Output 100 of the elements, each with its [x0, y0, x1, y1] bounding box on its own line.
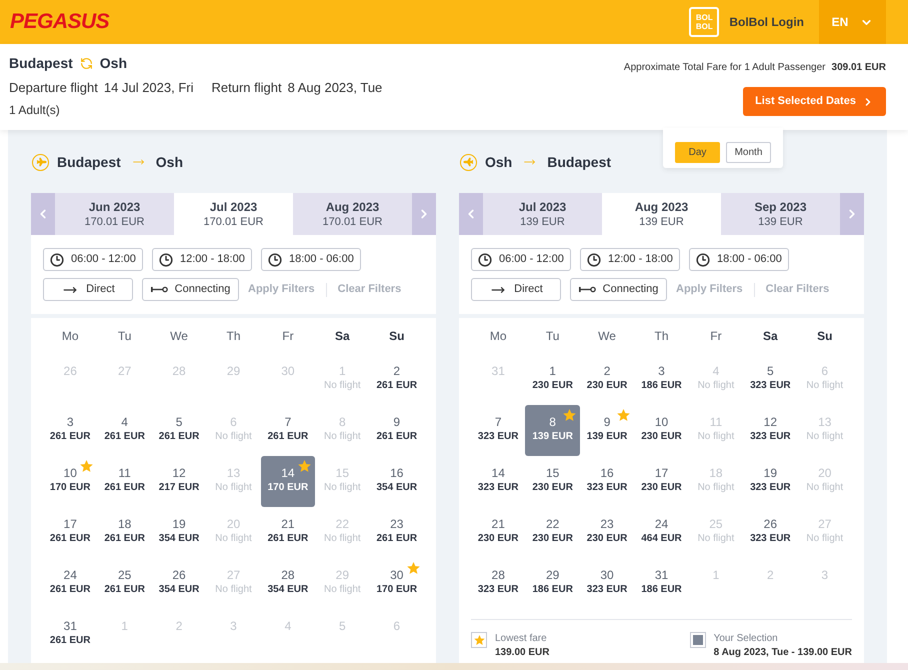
calendar-day[interactable]: 31 261 EUR: [43, 609, 98, 660]
calendar-day[interactable]: 5 261 EUR: [152, 405, 206, 456]
calendar-day: 6 No flight: [206, 405, 261, 456]
calendar-day[interactable]: 17 230 EUR: [634, 456, 689, 507]
weekday-label: Tu: [118, 328, 132, 345]
calendar-day[interactable]: 18 261 EUR: [97, 507, 152, 558]
calendar-day[interactable]: 22 230 EUR: [525, 507, 580, 558]
time-filter-button[interactable]: 18:00 - 06:00: [689, 248, 789, 271]
calendar-day[interactable]: 10 230 EUR: [634, 405, 689, 456]
calendar-day[interactable]: 14 170 EUR: [260, 456, 316, 507]
calendar-day[interactable]: 25 261 EUR: [97, 558, 152, 609]
calendar-day[interactable]: 23 230 EUR: [580, 507, 634, 558]
leg-destination: Budapest: [547, 152, 612, 172]
leg-origin: Budapest: [57, 152, 121, 172]
calendar-day[interactable]: 7 323 EUR: [471, 405, 526, 456]
stop-filter-button[interactable]: Direct: [471, 278, 561, 301]
calendar-day: 3: [206, 609, 261, 660]
calendar-day: 28: [152, 354, 206, 405]
weekday-label: Th: [654, 328, 668, 345]
calendar-day[interactable]: 3 261 EUR: [43, 405, 98, 456]
calendar-day[interactable]: 9 139 EUR: [580, 405, 634, 456]
calendar-day[interactable]: 26 354 EUR: [152, 558, 206, 609]
calendar-day[interactable]: 30 170 EUR: [370, 558, 424, 609]
weekday-label: Fr: [710, 328, 722, 345]
calendar-day[interactable]: 29 186 EUR: [525, 558, 580, 609]
calendar-day: 4 No flight: [688, 354, 744, 405]
calendar-day[interactable]: 16 354 EUR: [370, 456, 424, 507]
circular-arrows-icon: [80, 56, 93, 70]
calendar-day: 3: [798, 558, 852, 609]
stop-filter-button[interactable]: Connecting: [570, 278, 667, 301]
time-filter-button[interactable]: 12:00 - 18:00: [580, 248, 680, 271]
legend-label: Your Selection: [714, 632, 779, 646]
calendar-day: 1: [97, 609, 152, 660]
calendar-day[interactable]: 11 261 EUR: [97, 456, 152, 507]
calendar-day: 26: [43, 354, 98, 405]
calendar-day: 20 No flight: [206, 507, 261, 558]
month-tab[interactable]: Aug 2023 139 EUR: [602, 193, 721, 235]
bolbol-login-link[interactable]: BolBol Login: [729, 13, 804, 31]
departure-label: Departure flight: [9, 79, 98, 98]
calendar-day[interactable]: 24 261 EUR: [43, 558, 98, 609]
calendar-day: 31: [471, 354, 526, 405]
calendar-day[interactable]: 31 186 EUR: [634, 558, 689, 609]
calendar-day[interactable]: 12 323 EUR: [743, 405, 798, 456]
calendar-day[interactable]: 2 261 EUR: [370, 354, 424, 405]
calendar-day[interactable]: 28 323 EUR: [471, 558, 526, 609]
month-tab[interactable]: Jun 2023 170.01 EUR: [55, 193, 174, 235]
clock-icon: [696, 252, 710, 266]
clock-icon: [268, 252, 282, 266]
calendar-day[interactable]: 24 464 EUR: [634, 507, 689, 558]
month-tab[interactable]: Sep 2023 139 EUR: [721, 193, 840, 235]
calendar-day[interactable]: 26 323 EUR: [743, 507, 798, 558]
stop-filter-button[interactable]: Connecting: [142, 278, 239, 301]
calendar-day: 20 No flight: [798, 456, 852, 507]
weekday-label: Su: [389, 328, 404, 345]
calendar-day[interactable]: 3 186 EUR: [634, 354, 689, 405]
time-filter-button[interactable]: 06:00 - 12:00: [43, 248, 143, 271]
legend-value: 139.00 EUR: [495, 646, 550, 660]
calendar-day[interactable]: 1 230 EUR: [525, 354, 580, 405]
calendar-day[interactable]: 15 230 EUR: [525, 456, 580, 507]
calendar-day: 11 No flight: [688, 405, 744, 456]
calendar-day[interactable]: 4 261 EUR: [97, 405, 152, 456]
calendar-day[interactable]: 23 261 EUR: [370, 507, 424, 558]
calendar-day: 30: [260, 354, 316, 405]
calendar-day[interactable]: 14 323 EUR: [471, 456, 526, 507]
calendar-day[interactable]: 12 217 EUR: [152, 456, 206, 507]
time-filter-button[interactable]: 12:00 - 18:00: [152, 248, 252, 271]
calendar-day[interactable]: 16 323 EUR: [580, 456, 634, 507]
calendar-day: 4: [260, 609, 316, 660]
total-fare: 309.01 EUR: [832, 60, 886, 74]
calendar-day: 1 No flight: [315, 354, 370, 405]
calendar-day[interactable]: 19 323 EUR: [743, 456, 798, 507]
calendar-day[interactable]: 19 354 EUR: [152, 507, 206, 558]
weekday-label: Mo: [490, 328, 507, 345]
clock-icon: [478, 252, 492, 266]
calendar-day[interactable]: 8 139 EUR: [525, 405, 580, 456]
month-tab[interactable]: Jul 2023 170.01 EUR: [174, 193, 293, 235]
weekday-label: Th: [226, 328, 240, 345]
next-month-button[interactable]: [840, 193, 864, 235]
calendar-day[interactable]: 7 261 EUR: [260, 405, 316, 456]
calendar-day[interactable]: 9 261 EUR: [370, 405, 424, 456]
calendar-day[interactable]: 30 323 EUR: [580, 558, 634, 609]
view-toggle-button[interactable]: Day: [675, 142, 720, 163]
calendar-day[interactable]: 28 354 EUR: [260, 558, 316, 609]
calendar-day[interactable]: 21 230 EUR: [471, 507, 526, 558]
next-month-button[interactable]: [412, 193, 436, 235]
stop-filter-button[interactable]: Direct: [43, 278, 133, 301]
previous-month-button[interactable]: [31, 193, 55, 235]
time-filter-button[interactable]: 06:00 - 12:00: [471, 248, 571, 271]
time-filter-button[interactable]: 18:00 - 06:00: [261, 248, 361, 271]
previous-month-button[interactable]: [459, 193, 483, 235]
month-tab[interactable]: Jul 2023 139 EUR: [483, 193, 602, 235]
weekday-label: We: [598, 328, 616, 345]
calendar-day: 29: [206, 354, 261, 405]
calendar-day[interactable]: 5 323 EUR: [743, 354, 798, 405]
calendar-day[interactable]: 10 170 EUR: [43, 456, 98, 507]
calendar-day[interactable]: 21 261 EUR: [260, 507, 316, 558]
month-tab[interactable]: Aug 2023 170.01 EUR: [293, 193, 412, 235]
calendar-day[interactable]: 17 261 EUR: [43, 507, 98, 558]
view-toggle-button[interactable]: Month: [726, 142, 771, 163]
calendar-day[interactable]: 2 230 EUR: [580, 354, 634, 405]
